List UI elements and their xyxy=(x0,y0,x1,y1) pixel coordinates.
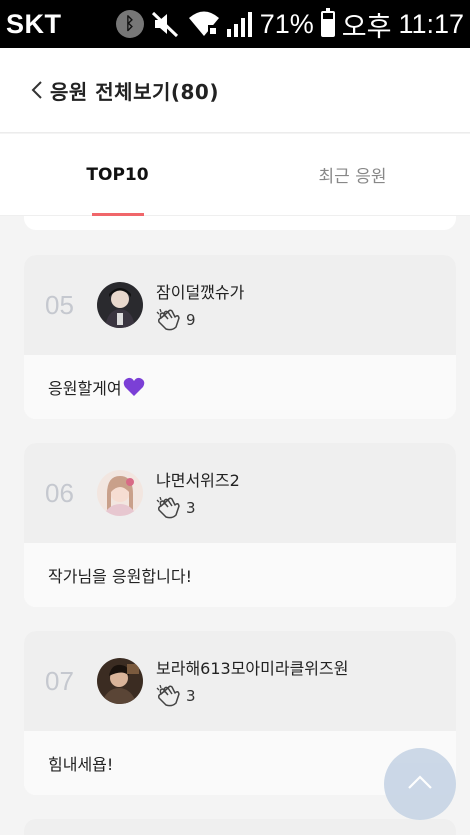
user-info: 잠이덜깼슈가 9 xyxy=(156,279,244,331)
user-info: 보라해613모아미라클위즈원 3 xyxy=(156,655,348,707)
bluetooth-icon: ᛒ xyxy=(115,10,144,38)
avatar[interactable] xyxy=(97,658,143,704)
avatar[interactable] xyxy=(97,470,143,516)
rank-number: 05 xyxy=(45,289,74,320)
card-header: 06 냐면서위즈2 3 xyxy=(24,443,456,543)
battery-icon xyxy=(320,8,335,37)
clock: 11:17 xyxy=(398,8,464,39)
scroll-to-top-button[interactable] xyxy=(384,748,456,820)
nickname[interactable]: 보라해613모아미라클위즈원 xyxy=(156,655,348,679)
cheer-card: 05 잠이덜깼슈가 9 응원할게여 xyxy=(24,255,456,419)
cheer-list: 05 잠이덜깼슈가 9 응원할게여 06 냐면서위즈2 3 작가님을 응원합니다… xyxy=(0,216,470,835)
clap-icon xyxy=(156,497,182,519)
message-text: 작가님을 응원합니다! xyxy=(48,567,192,586)
wifi-icon xyxy=(188,11,220,37)
cheer-count-row: 3 xyxy=(156,497,240,519)
tab-top10[interactable]: TOP10 xyxy=(0,134,235,216)
cheer-count-row: 9 xyxy=(156,309,244,331)
nickname[interactable]: 냐면서위즈2 xyxy=(156,467,240,491)
message-text: 힘내세욥! xyxy=(48,755,114,774)
message-text: 응원할게여 xyxy=(48,379,122,398)
cheer-count: 3 xyxy=(186,499,196,517)
card-header: 07 보라해613모아미라클위즈원 3 xyxy=(24,631,456,731)
mute-icon xyxy=(151,10,181,38)
cheer-count: 9 xyxy=(186,311,196,329)
avatar[interactable] xyxy=(97,282,143,328)
tab-recent[interactable]: 최근 응원 xyxy=(235,134,470,215)
previous-card-bottom xyxy=(24,216,456,230)
tab-bar: TOP10 최근 응원 xyxy=(0,134,470,216)
battery-fill xyxy=(322,19,333,35)
page-title: 응원 전체보기(80) xyxy=(50,79,219,104)
carrier-label: SKT xyxy=(6,8,62,39)
clap-icon xyxy=(156,685,182,707)
back-chevron-icon[interactable] xyxy=(26,78,48,102)
header: 응원 전체보기(80) xyxy=(0,48,470,133)
status-bar: SKT ᛒ 71% 오후 11:17 xyxy=(0,0,470,48)
clap-icon xyxy=(156,309,182,331)
signal-icon xyxy=(226,11,253,37)
tab-recent-label: 최근 응원 xyxy=(318,167,387,187)
tab-top10-label: TOP10 xyxy=(86,164,149,185)
rank-number: 07 xyxy=(45,665,74,696)
cheer-message: 응원할게여 xyxy=(24,355,456,419)
purple-heart-icon xyxy=(123,377,145,397)
cheer-count-row: 3 xyxy=(156,685,348,707)
ampm-label: 오후 xyxy=(341,11,392,42)
nickname[interactable]: 잠이덜깼슈가 xyxy=(156,279,244,303)
rank-number: 06 xyxy=(45,477,74,508)
cheer-message: 작가님을 응원합니다! xyxy=(24,543,456,607)
card-header: 05 잠이덜깼슈가 9 xyxy=(24,255,456,355)
battery-percent: 71% xyxy=(259,8,314,39)
chevron-up-icon xyxy=(407,774,433,794)
user-info: 냐면서위즈2 3 xyxy=(156,467,240,519)
cheer-count: 3 xyxy=(186,687,196,705)
cheer-card: 06 냐면서위즈2 3 작가님을 응원합니다! xyxy=(24,443,456,607)
status-icons: ᛒ 71% 오후 11:17 xyxy=(115,5,464,44)
next-card-top xyxy=(24,819,456,835)
